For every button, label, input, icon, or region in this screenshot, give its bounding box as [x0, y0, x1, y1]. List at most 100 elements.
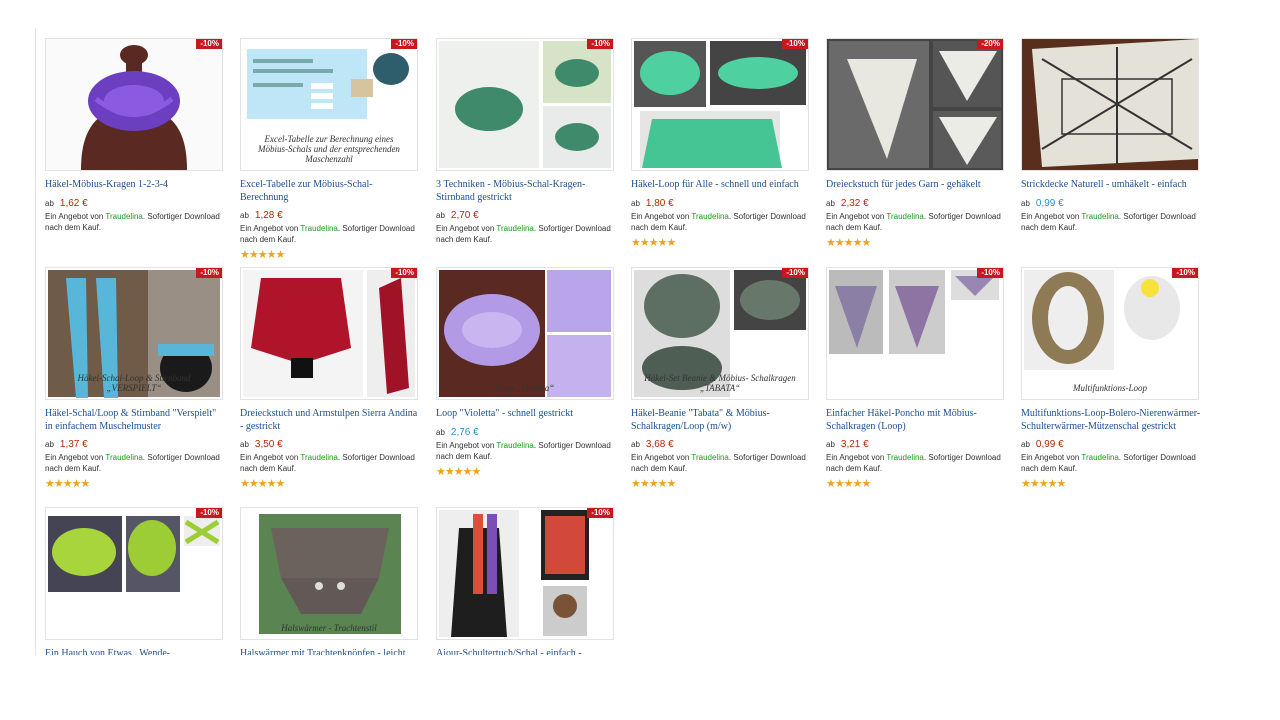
- product-thumbnail[interactable]: -10%: [436, 38, 614, 171]
- price-prefix: ab: [436, 427, 445, 437]
- product-thumbnail[interactable]: -10%: [826, 267, 1004, 400]
- product-title-link[interactable]: Einfacher Häkel-Poncho mit Möbius-Schalk…: [826, 408, 1006, 433]
- product-thumbnail[interactable]: -10%: [45, 38, 223, 171]
- thumbnail-caption: Häkel-Set Beanie & Möbius- Schalkragen „…: [644, 373, 796, 393]
- discount-badge: -10%: [391, 39, 417, 49]
- seller-link[interactable]: Traudelina: [300, 224, 338, 233]
- product-thumbnail[interactable]: -20%: [826, 38, 1004, 171]
- seller-offer-text: Ein Angebot von Traudelina. Sofortiger D…: [826, 211, 1008, 233]
- price-line: ab 3,21 €: [826, 438, 1008, 452]
- discount-badge: -10%: [977, 268, 1003, 278]
- product-card[interactable]: -10% Ajour-Schultertuch/Schal - einfach -…: [436, 507, 618, 673]
- rating-stars-icon: ★★★★★: [240, 478, 285, 490]
- seller-link[interactable]: Traudelina: [886, 212, 924, 221]
- seller-link[interactable]: Traudelina: [886, 453, 924, 462]
- rating-stars-icon: ★★★★★: [631, 236, 676, 249]
- rating-stars-icon: ★★★★★: [1021, 478, 1066, 490]
- rating-stars-icon: ★★★★★: [45, 478, 90, 490]
- product-thumbnail[interactable]: -10%: [436, 507, 614, 640]
- price-prefix: ab: [45, 198, 54, 208]
- product-card[interactable]: -10% Einfacher Häkel-Poncho mit Möbius-Sc…: [826, 267, 1008, 490]
- seller-link[interactable]: Traudelina: [691, 453, 729, 462]
- price-line: ab 0,99 €: [1021, 197, 1203, 211]
- price-prefix: ab: [631, 198, 640, 208]
- product-card[interactable]: -10% Dreieckstuch und Armstulpen Sierra A…: [240, 267, 422, 490]
- product-card[interactable]: -10% Häkel-Möbius-Kragen 1-2-3-4 ab 1,62 € E…: [45, 38, 227, 233]
- product-card[interactable]: Strickdecke Naturell - umhäkelt - einfac…: [1021, 38, 1203, 233]
- seller-link[interactable]: Traudelina: [300, 453, 338, 462]
- product-title-link[interactable]: Strickdecke Naturell - umhäkelt - einfac…: [1021, 179, 1201, 192]
- product-thumbnail[interactable]: Halswärmer - Trachtenstil: [240, 507, 418, 640]
- product-title-link[interactable]: Dreieckstuch und Armstulpen Sierra Andin…: [240, 408, 420, 433]
- seller-link[interactable]: Traudelina: [691, 212, 729, 221]
- discount-badge: -10%: [196, 268, 222, 278]
- product-title-link[interactable]: Dreieckstuch für jedes Garn - gehäkelt: [826, 179, 1006, 192]
- seller-link[interactable]: Traudelina: [105, 212, 143, 221]
- product-price: 3,50 €: [254, 439, 283, 450]
- product-price: 2,70 €: [450, 210, 479, 221]
- product-card[interactable]: Multifunktions-Loop -10% Multifunktions-Lo…: [1021, 267, 1203, 490]
- discount-badge: -10%: [196, 39, 222, 49]
- offer-prefix: Ein Angebot von: [826, 211, 887, 221]
- seller-link[interactable]: Traudelina: [496, 224, 534, 233]
- product-card[interactable]: Loop „Violetta“ Loop "Violetta" - schnell…: [436, 267, 618, 478]
- product-price: 0,99 €: [1035, 197, 1064, 209]
- product-thumbnail[interactable]: Häkel-Set Beanie & Möbius- Schalkragen „…: [631, 267, 809, 400]
- seller-link[interactable]: Traudelina: [496, 441, 534, 450]
- price-prefix: ab: [240, 211, 249, 220]
- product-title-link[interactable]: Häkel-Beanie "Tabata" & Möbius-Schalkrag…: [631, 408, 811, 433]
- product-title-link[interactable]: Häkel-Schal/Loop & Stirnband "Verspielt"…: [45, 408, 225, 433]
- product-title-link[interactable]: 3 Techniken - Möbius-Schal-Kragen-Stirnb…: [436, 179, 616, 204]
- product-price: 1,37 €: [59, 439, 88, 450]
- product-title-link[interactable]: Häkel-Möbius-Kragen 1-2-3-4: [45, 179, 225, 192]
- product-card[interactable]: Häkel-Schal-Loop & Stirnband „VERSPIELT“…: [45, 267, 227, 490]
- rating-stars-icon: ★★★★★: [826, 478, 871, 490]
- product-card[interactable]: -10% Häkel-Loop für Alle - schnell und ei…: [631, 38, 813, 249]
- product-card[interactable]: -10% 3 Techniken - Möbius-Schal-Kragen-St…: [436, 38, 618, 245]
- product-thumbnail[interactable]: Excel-Tabelle zur Berechnung eines Möbiu…: [240, 38, 418, 171]
- seller-offer-text: Ein Angebot von Traudelina. Sofortiger D…: [631, 452, 813, 474]
- product-price: 0,99 €: [1035, 439, 1064, 450]
- price-prefix: ab: [240, 440, 249, 449]
- seller-offer-text: Ein Angebot von Traudelina. Sofortiger D…: [1021, 452, 1203, 474]
- discount-badge: -10%: [782, 39, 808, 49]
- product-title-link[interactable]: Loop "Violetta" - schnell gestrickt: [436, 408, 616, 421]
- product-grid: -10% Häkel-Möbius-Kragen 1-2-3-4 ab 1,62 € E…: [0, 0, 1280, 720]
- price-prefix: ab: [631, 440, 640, 449]
- product-thumbnail[interactable]: [1021, 38, 1199, 171]
- offer-prefix: Ein Angebot von: [436, 440, 497, 450]
- product-thumbnail[interactable]: Häkel-Schal-Loop & Stirnband „VERSPIELT“…: [45, 267, 223, 400]
- seller-link[interactable]: Traudelina: [1081, 212, 1119, 221]
- price-prefix: ab: [45, 440, 54, 449]
- price-line: ab 2,70 €: [436, 209, 618, 223]
- product-price: 2,32 €: [840, 197, 869, 209]
- product-thumbnail[interactable]: -10%: [631, 38, 809, 171]
- seller-link[interactable]: Traudelina: [105, 453, 143, 462]
- rating-stars-icon: ★★★★★: [436, 465, 481, 478]
- discount-badge: -10%: [587, 39, 613, 49]
- product-price: 2,76 €: [450, 426, 479, 438]
- product-thumbnail[interactable]: -10%: [240, 267, 418, 400]
- product-thumbnail[interactable]: -10%: [45, 507, 223, 640]
- price-prefix: ab: [826, 440, 835, 449]
- price-line: ab 3,50 €: [240, 438, 422, 452]
- product-title-link[interactable]: Excel-Tabelle zur Möbius-Schal-Berechnun…: [240, 179, 420, 204]
- product-thumbnail[interactable]: Loop „Violetta“: [436, 267, 614, 400]
- thumbnail-caption: Loop „Violetta“: [495, 383, 555, 393]
- discount-badge: -10%: [587, 508, 613, 518]
- price-line: ab 1,37 €: [45, 438, 227, 452]
- product-thumbnail[interactable]: Multifunktions-Loop -10%: [1021, 267, 1199, 400]
- product-card[interactable]: Häkel-Set Beanie & Möbius- Schalkragen „…: [631, 267, 813, 490]
- seller-link[interactable]: Traudelina: [1081, 453, 1119, 462]
- thumbnail-caption: Excel-Tabelle zur Berechnung eines Möbiu…: [258, 134, 400, 164]
- price-line: ab 0,99 €: [1021, 438, 1203, 452]
- price-prefix: ab: [826, 198, 835, 208]
- product-price: 1,28 €: [254, 210, 283, 221]
- product-title-link[interactable]: Häkel-Loop für Alle - schnell und einfac…: [631, 179, 811, 192]
- product-title-link[interactable]: Multifunktions-Loop-Bolero-Nierenwärmer-…: [1021, 408, 1201, 433]
- product-card[interactable]: -20% Dreieckstuch für jedes Garn - gehäke…: [826, 38, 1008, 249]
- product-card[interactable]: Halswärmer - Trachtenstil Halswärmer mit …: [240, 507, 422, 673]
- discount-badge: -10%: [391, 268, 417, 278]
- thumbnail-caption: Halswärmer - Trachtenstil: [281, 623, 377, 633]
- product-card[interactable]: Excel-Tabelle zur Berechnung eines Möbiu…: [240, 38, 422, 261]
